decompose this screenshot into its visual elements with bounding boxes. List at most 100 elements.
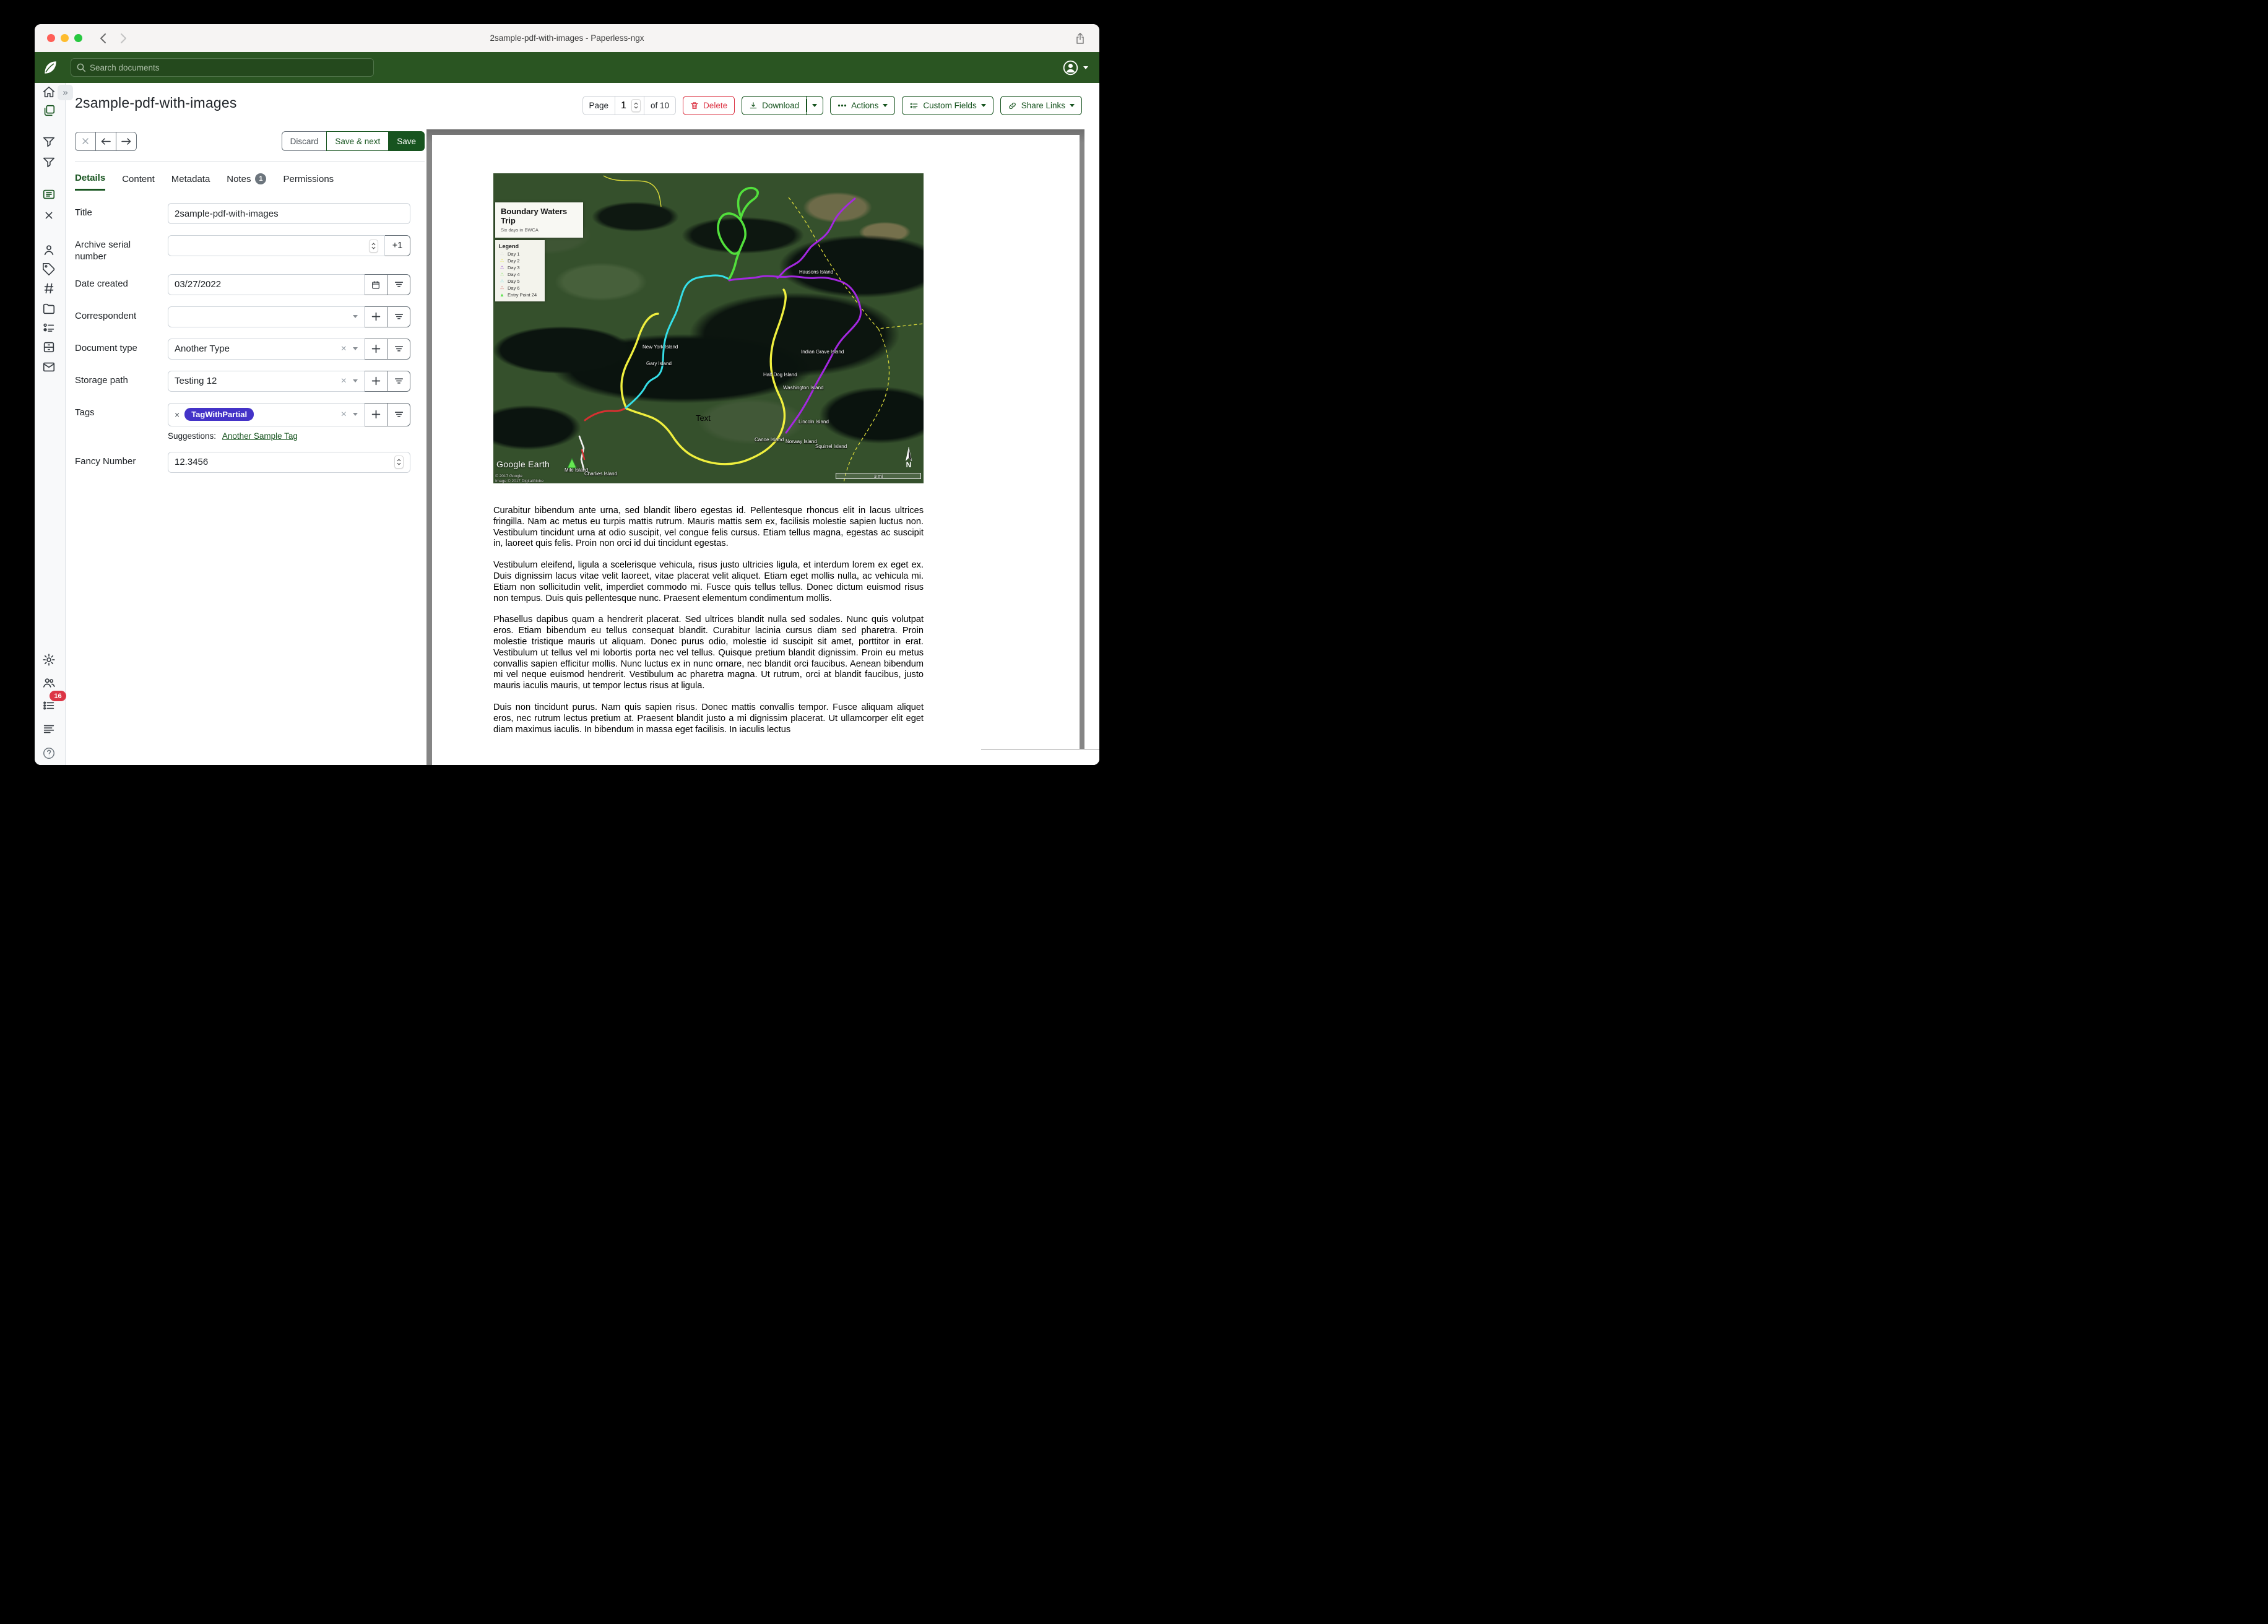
fancy-number-input[interactable]: 12.3456 [168, 452, 410, 473]
storage-path-select[interactable]: Testing 12 × [168, 371, 365, 392]
fancy-number-stepper[interactable] [394, 456, 404, 469]
suggestions-label: Suggestions: [168, 431, 216, 441]
add-document-type-button[interactable] [364, 339, 387, 360]
document-form: Title 2sample-pdf-with-images Archive se… [75, 203, 410, 473]
island-label: Canoe Island [755, 437, 784, 443]
clear-icon[interactable]: × [341, 376, 347, 386]
sidebar-item-saved-view-2[interactable] [42, 155, 56, 169]
sidebar-item-correspondents[interactable] [42, 243, 56, 257]
calendar-button[interactable] [364, 274, 387, 295]
legend-item-label: Day 5 [508, 279, 520, 284]
tab-details[interactable]: Details [75, 173, 105, 191]
top-navbar [35, 52, 1099, 83]
page-stepper[interactable] [631, 99, 641, 112]
user-menu[interactable] [1062, 59, 1088, 76]
save-button-group: Discard Save & next Save [282, 131, 425, 151]
browser-forward-icon[interactable] [118, 33, 128, 44]
save-and-next-button[interactable]: Save & next [326, 131, 389, 151]
island-label: Washington Island [783, 385, 824, 391]
legend-item: ∴Day 4 [499, 272, 541, 277]
sidebar-item-logs[interactable] [42, 722, 56, 736]
sidebar-expand-button[interactable]: » [58, 85, 73, 100]
filter-by-correspondent-button[interactable] [387, 306, 410, 327]
sidebar-item-open-document[interactable] [42, 188, 56, 201]
chevron-down-icon[interactable] [353, 379, 358, 382]
sidebar-item-saved-view-1[interactable] [42, 135, 56, 149]
route-dots-icon: ∴ [499, 252, 505, 257]
google-earth-logo: Google Earth [496, 459, 550, 469]
download-button[interactable]: Download [742, 96, 807, 115]
tab-permissions[interactable]: Permissions [283, 174, 334, 190]
tasks-count-badge: 16 [50, 691, 66, 701]
sidebar-item-custom-fields[interactable] [42, 321, 56, 335]
sidebar-item-document-types[interactable] [42, 282, 56, 295]
sidebar-item-workflows[interactable] [42, 340, 56, 354]
sidebar-item-close-all-icon[interactable] [42, 209, 56, 222]
suggested-tag-link[interactable]: Another Sample Tag [222, 431, 298, 441]
sidebar-item-dashboard[interactable] [42, 85, 56, 99]
tab-notes[interactable]: Notes1 [227, 173, 266, 190]
close-window-button[interactable] [47, 34, 55, 42]
chevron-down-icon[interactable] [353, 315, 358, 318]
close-document-button[interactable] [75, 132, 96, 151]
correspondent-label: Correspondent [75, 306, 168, 327]
tags-select[interactable]: × TagWithPartial × [168, 403, 365, 426]
user-avatar-icon [1062, 59, 1079, 76]
map-legend: Legend ∴Day 1∴Day 2∴Day 3∴Day 4∴Day 5∴Da… [495, 240, 545, 301]
notes-count-badge: 1 [255, 173, 266, 184]
sidebar-item-tags[interactable] [42, 262, 56, 276]
filter-by-document-type-button[interactable] [387, 339, 410, 360]
zoom-window-button[interactable] [74, 34, 82, 42]
discard-button[interactable]: Discard [282, 131, 327, 151]
tab-metadata[interactable]: Metadata [171, 174, 210, 190]
sidebar-item-settings[interactable] [42, 653, 56, 667]
save-button[interactable]: Save [388, 131, 425, 151]
sidebar-item-documents[interactable] [42, 104, 56, 118]
clear-icon[interactable]: × [341, 410, 347, 420]
previous-document-button[interactable] [95, 132, 116, 151]
clear-icon[interactable]: × [341, 344, 347, 354]
download-options-button[interactable] [807, 96, 823, 115]
share-icon[interactable] [1075, 32, 1086, 45]
add-tag-button[interactable] [364, 403, 387, 426]
download-split-button: Download [742, 96, 823, 115]
pdf-preview-pane[interactable]: Boundary Waters Trip Six days in BWCA Le… [426, 129, 1084, 765]
document-type-select[interactable]: Another Type × [168, 339, 365, 360]
page-number-input[interactable]: 1 [615, 97, 644, 114]
filter-by-storage-path-button[interactable] [387, 371, 410, 392]
remove-tag-icon[interactable]: × [175, 410, 180, 420]
sidebar-item-storage-paths[interactable] [42, 302, 56, 316]
delete-button[interactable]: Delete [683, 96, 735, 115]
add-correspondent-button[interactable] [364, 306, 387, 327]
sidebar-item-users-groups[interactable] [42, 676, 56, 689]
title-input[interactable]: 2sample-pdf-with-images [168, 203, 410, 224]
sidebar-item-mail[interactable] [42, 360, 56, 374]
filter-by-tag-button[interactable] [387, 403, 410, 426]
preview-corner-overlay [981, 749, 1099, 765]
correspondent-select[interactable] [168, 306, 365, 327]
page-title: 2sample-pdf-with-images [75, 95, 237, 111]
paperless-logo-icon [35, 59, 66, 76]
chevron-down-icon[interactable] [353, 413, 358, 416]
custom-fields-button[interactable]: Custom Fields [902, 96, 993, 115]
minimize-window-button[interactable] [61, 34, 69, 42]
tag-chip[interactable]: TagWithPartial [184, 408, 254, 421]
sidebar-item-documentation[interactable] [42, 746, 56, 760]
map-attribution-2: Image © 2017 DigitalGlobe [495, 479, 543, 483]
chevron-down-icon[interactable] [353, 347, 358, 350]
share-links-button[interactable]: Share Links [1000, 96, 1082, 115]
asn-plus-one-button[interactable]: +1 [384, 235, 410, 256]
island-label: New York Island [643, 344, 678, 350]
browser-back-icon[interactable] [98, 33, 108, 44]
next-document-button[interactable] [116, 132, 137, 151]
asn-stepper[interactable] [369, 240, 378, 253]
route-dots-icon: ∴ [499, 266, 505, 270]
filter-by-date-button[interactable] [387, 274, 410, 295]
date-created-input[interactable]: 03/27/2022 [168, 274, 365, 295]
add-storage-path-button[interactable] [364, 371, 387, 392]
search-input[interactable] [71, 58, 374, 77]
map-subtitle: Six days in BWCA [501, 227, 578, 233]
actions-button[interactable]: Actions [830, 96, 895, 115]
asn-input[interactable] [168, 235, 385, 256]
tab-content[interactable]: Content [122, 174, 155, 190]
